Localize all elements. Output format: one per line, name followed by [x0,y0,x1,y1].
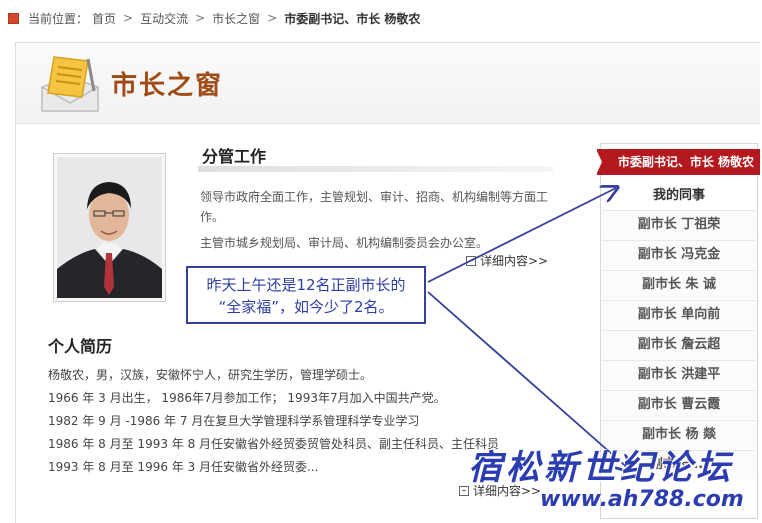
location-icon [8,12,19,24]
forum-watermark: 宿松新世纪论坛 [468,448,734,488]
duties-heading-divider [198,166,553,172]
expand-icon [466,255,476,266]
resume-heading: 个人简历 [48,337,113,356]
forum-watermark-url: www.ah788.com [540,487,744,512]
resume-line: 1966 年 3 月出生， 1986年7月参加工作； 1993年7月加入中国共产… [48,391,446,405]
resume-line: 1993 年 8 月至 1996 年 3 月任安徽省外经贸委... [48,460,319,474]
breadcrumb-current: 市委副书记、市长 杨敬农 [284,11,421,26]
duties-more-label: 详细内容>> [480,254,549,268]
breadcrumb-separator: > [267,11,278,25]
callout-line: 昨天上午还是12名正副市长的 [206,276,406,294]
duties-departments: 主管市城乡规划局、审计局、机构编制委员会办公室。 [200,236,489,250]
colleague-link[interactable]: 副市长 丁祖荣 [602,210,756,239]
mayor-name-ribbon: 市委副书记、市长 杨敬农 [596,149,760,175]
colleague-link[interactable]: 副市长 冯克金 [602,240,756,269]
colleague-link[interactable]: 副市长 曹云霞 [602,390,756,419]
breadcrumb-separator: > [123,11,134,25]
duties-description: 领导市政府全面工作，主管规划、审计、招商、机构编制等方面工作。 [200,190,549,224]
breadcrumb-mayor-window-link[interactable]: 市长之窗 [212,10,260,27]
portrait-image [57,157,162,298]
duties-more-link[interactable]: 详细内容>> [466,252,548,269]
mayor-portrait [53,153,166,302]
section-header: 市长之窗 [16,43,760,124]
resume-line: 杨敬农，男，汉族，安徽怀宁人，研究生学历，管理学硕士。 [48,368,373,382]
colleague-link[interactable]: 副市长 单向前 [602,300,756,329]
colleagues-heading: 我的同事 [652,188,705,203]
page-title: 市长之窗 [111,71,224,101]
duties-heading: 分管工作 [202,147,267,166]
resume-line: 1982 年 9 月 -1986 年 7 月在复旦大学管理科学系管理科学专业学习 [48,414,420,428]
colleague-link[interactable]: 副市长 詹云超 [602,330,756,359]
breadcrumb-interaction-link[interactable]: 互动交流 [140,10,188,27]
resume-line: 1986 年 8 月至 1993 年 8 月任安徽省外经贸委贸管处科员、副主任科… [48,437,500,451]
callout-line: “全家福”，如今少了2名。 [218,298,394,316]
breadcrumb-separator: > [195,11,206,25]
breadcrumb-home-link[interactable]: 首页 [92,10,116,27]
annotation-callout: 昨天上午还是12名正副市长的 “全家福”，如今少了2名。 [186,266,426,324]
letter-envelope-logo-icon [41,56,99,112]
colleague-link[interactable]: 副市长 朱 诚 [602,270,756,299]
breadcrumb-prefix: 当前位置： [28,11,89,26]
breadcrumb: 当前位置： 首页 > 互动交流 > 市长之窗 > 市委副书记、市长 杨敬农 [8,8,420,28]
colleague-link[interactable]: 副市长 洪建平 [602,360,756,389]
